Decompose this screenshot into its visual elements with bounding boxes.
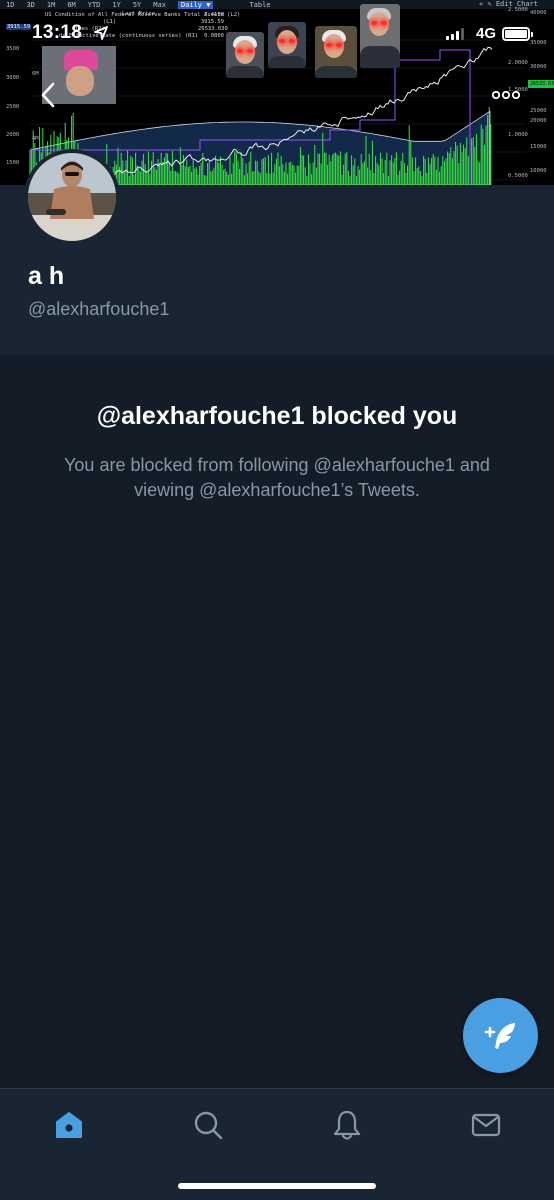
legend-value: 0.0800 <box>204 33 224 39</box>
price-tag: 26533.030 <box>528 80 554 88</box>
timeframe-label: 1Y <box>112 0 121 9</box>
axis-tick-label: 3500 <box>6 46 20 52</box>
axis-tick-label: 25000 <box>530 108 547 114</box>
legend-value: 3915.59 <box>200 19 224 25</box>
axis-tick-label: 20000 <box>530 118 547 124</box>
timeframe-label: 1M <box>46 0 56 9</box>
laser-eyes-face-photo <box>315 26 357 78</box>
location-arrow-icon <box>94 26 108 40</box>
back-button[interactable] <box>33 80 63 110</box>
tab-search[interactable] <box>186 1107 230 1143</box>
axis-tick-label: 3000 <box>6 75 20 81</box>
timeframe-label: YTD <box>87 0 101 9</box>
table-label: Table <box>249 0 271 9</box>
more-horizontal-icon <box>492 91 520 99</box>
home-icon <box>56 1112 82 1138</box>
battery-icon <box>502 26 533 41</box>
axis-tick-label: 2.5000 <box>508 7 528 13</box>
tab-notifications[interactable] <box>325 1107 369 1143</box>
status-time: 13:18 <box>32 22 83 43</box>
profile-handle: @alexharfouche1 <box>28 299 170 319</box>
more-options-button[interactable] <box>490 80 522 110</box>
axis-tick-label: 2.0000 <box>508 60 528 66</box>
blocked-title: @alexharfouche1 blocked you <box>96 402 458 430</box>
axis-tick-label: 0.5000 <box>508 173 528 179</box>
axis-tick-label: 40000 <box>530 10 547 16</box>
timeframe-label: Max <box>153 0 166 9</box>
legend-value: 7.413M <box>204 12 224 18</box>
search-icon <box>194 1111 223 1140</box>
bell-icon <box>333 1110 361 1140</box>
axis-tick-label: 10000 <box>530 168 547 174</box>
home-indicator <box>178 1183 376 1189</box>
axis-tick-label: 2500 <box>6 104 20 110</box>
avatar-photo <box>28 153 116 241</box>
compose-tweet-icon <box>484 1022 515 1049</box>
timeframe-label: 5Y <box>132 0 142 9</box>
axis-tick-label: 3915.59 <box>6 24 32 30</box>
chart-legend-values: 7.413M 3915.59 26533.030 0.0800 <box>198 12 228 40</box>
axis-tick-label: 30000 <box>530 64 547 70</box>
tab-home[interactable] <box>47 1107 91 1143</box>
axis-tick-label: 4M <box>32 136 39 142</box>
signal-strength-icon <box>445 27 466 40</box>
timeframe-label: 6M <box>67 0 76 9</box>
chart-timeframe-bar: 1D 3D 1M 6M YTD 1Y 5Y Max Daily ▼ Table <box>0 0 554 9</box>
avatar[interactable] <box>24 149 120 245</box>
laser-eyes-face-photo <box>360 4 400 68</box>
blocked-description: You are blocked from following @alexharf… <box>64 455 490 500</box>
compose-tweet-button[interactable] <box>463 998 538 1073</box>
chevron-left-icon <box>41 82 55 108</box>
network-type: 4G <box>475 25 496 42</box>
interval-label: Daily ▼ <box>177 0 214 9</box>
timeframe-label: 3D <box>26 0 35 9</box>
legend-value: 26533.030 <box>198 26 228 32</box>
laser-eyes-face-photo <box>226 32 264 78</box>
axis-tick-label: 35000 <box>530 40 547 46</box>
axis-tick-label: 1500 <box>6 160 20 166</box>
axis-tick-label: 15000 <box>530 144 547 150</box>
axis-tick-label: 2000 <box>6 132 20 138</box>
timeframe-label: 1D <box>6 0 15 9</box>
status-bar-right: 4G <box>445 25 533 42</box>
tab-messages[interactable] <box>464 1107 508 1143</box>
profile-display-name: a h <box>28 262 65 290</box>
mail-icon <box>471 1113 501 1137</box>
laser-eyes-face-photo <box>268 22 306 68</box>
axis-tick-label: 1.0000 <box>508 132 528 138</box>
axis-tick-label: 6M <box>32 71 39 77</box>
